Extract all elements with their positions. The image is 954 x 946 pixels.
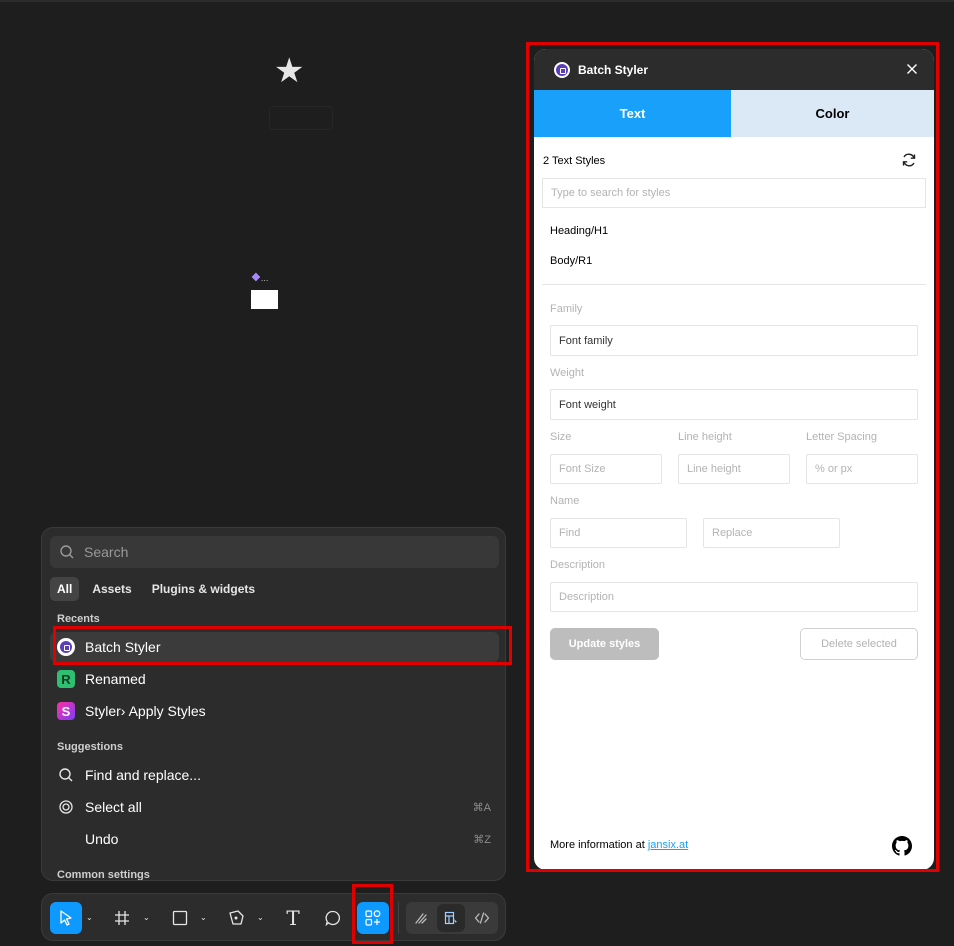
highlight-batch-styler-item bbox=[53, 626, 512, 665]
suggestion-label: Undo bbox=[85, 831, 119, 847]
component-instance[interactable] bbox=[251, 290, 278, 309]
recent-item-styler[interactable]: S Styler› Apply Styles bbox=[50, 696, 499, 726]
chevron-down-icon[interactable]: ⌄ bbox=[257, 913, 264, 922]
design-icon bbox=[444, 911, 457, 925]
bottom-toolbar: ⌄ ⌄ ⌄ ⌄ T bbox=[41, 893, 506, 941]
suggestions-heading: Suggestions bbox=[57, 741, 124, 753]
chevron-down-icon[interactable]: ⌄ bbox=[143, 913, 150, 922]
comment-tool-button[interactable] bbox=[317, 902, 349, 934]
comment-icon bbox=[325, 910, 341, 927]
suggestion-label: Select all bbox=[85, 799, 142, 815]
component-icon: ❖ bbox=[251, 272, 261, 284]
frame-tool-button[interactable] bbox=[106, 902, 138, 934]
renamed-icon: R bbox=[57, 670, 75, 688]
tab-all[interactable]: All bbox=[50, 577, 80, 601]
component-label[interactable]: ❖... bbox=[251, 273, 268, 284]
pen-icon bbox=[229, 910, 244, 925]
draw-mode-button[interactable] bbox=[406, 902, 436, 934]
chevron-down-icon[interactable]: ⌄ bbox=[200, 913, 207, 922]
recent-item-label: Styler› Apply Styles bbox=[85, 703, 206, 719]
tab-plugins-widgets[interactable]: Plugins & widgets bbox=[145, 577, 262, 601]
pen-tool-button[interactable] bbox=[220, 902, 252, 934]
toolbar-divider bbox=[398, 902, 399, 934]
component-name: ... bbox=[260, 273, 269, 283]
cursor-icon bbox=[60, 910, 72, 926]
tab-assets[interactable]: Assets bbox=[85, 577, 138, 601]
star-shape[interactable]: ★ bbox=[274, 54, 304, 88]
suggestion-label: Find and replace... bbox=[85, 767, 201, 783]
select-all-icon bbox=[57, 798, 75, 816]
suggestion-find-replace[interactable]: Find and replace... bbox=[50, 760, 499, 790]
ghost-frame bbox=[269, 106, 333, 130]
text-icon: T bbox=[286, 906, 300, 930]
styler-icon: S bbox=[57, 702, 75, 720]
chevron-down-icon[interactable]: ⌄ bbox=[86, 913, 93, 922]
move-tool-button[interactable] bbox=[50, 902, 82, 934]
dev-mode-button[interactable] bbox=[466, 902, 498, 934]
rectangle-icon bbox=[172, 910, 188, 926]
common-settings-heading: Common settings bbox=[57, 869, 150, 881]
recent-item-renamed[interactable]: R Renamed bbox=[50, 664, 499, 694]
search-icon bbox=[60, 545, 74, 559]
frame-icon bbox=[115, 911, 129, 925]
shortcut-label: ⌘Z bbox=[473, 833, 491, 846]
highlight-actions-button bbox=[352, 884, 393, 944]
canvas-top-border bbox=[0, 0, 954, 2]
design-mode-button[interactable] bbox=[437, 904, 465, 932]
quick-actions-panel: Search All Assets Plugins & widgets Rece… bbox=[41, 527, 506, 881]
quick-actions-tabs: All Assets Plugins & widgets bbox=[50, 577, 262, 601]
highlight-plugin-panel bbox=[526, 42, 939, 872]
shortcut-label: ⌘A bbox=[472, 801, 491, 814]
mode-switcher bbox=[406, 902, 498, 934]
shape-tool-button[interactable] bbox=[164, 902, 196, 934]
draw-icon bbox=[415, 913, 427, 924]
text-tool-button[interactable]: T bbox=[277, 902, 309, 934]
suggestion-undo[interactable]: Undo ⌘Z bbox=[50, 824, 499, 854]
quick-actions-search[interactable]: Search bbox=[50, 536, 499, 568]
recents-heading: Recents bbox=[57, 613, 100, 625]
search-icon bbox=[57, 766, 75, 784]
code-icon bbox=[474, 912, 490, 924]
search-placeholder: Search bbox=[84, 544, 129, 560]
recent-item-label: Renamed bbox=[85, 671, 146, 687]
suggestion-select-all[interactable]: Select all ⌘A bbox=[50, 792, 499, 822]
